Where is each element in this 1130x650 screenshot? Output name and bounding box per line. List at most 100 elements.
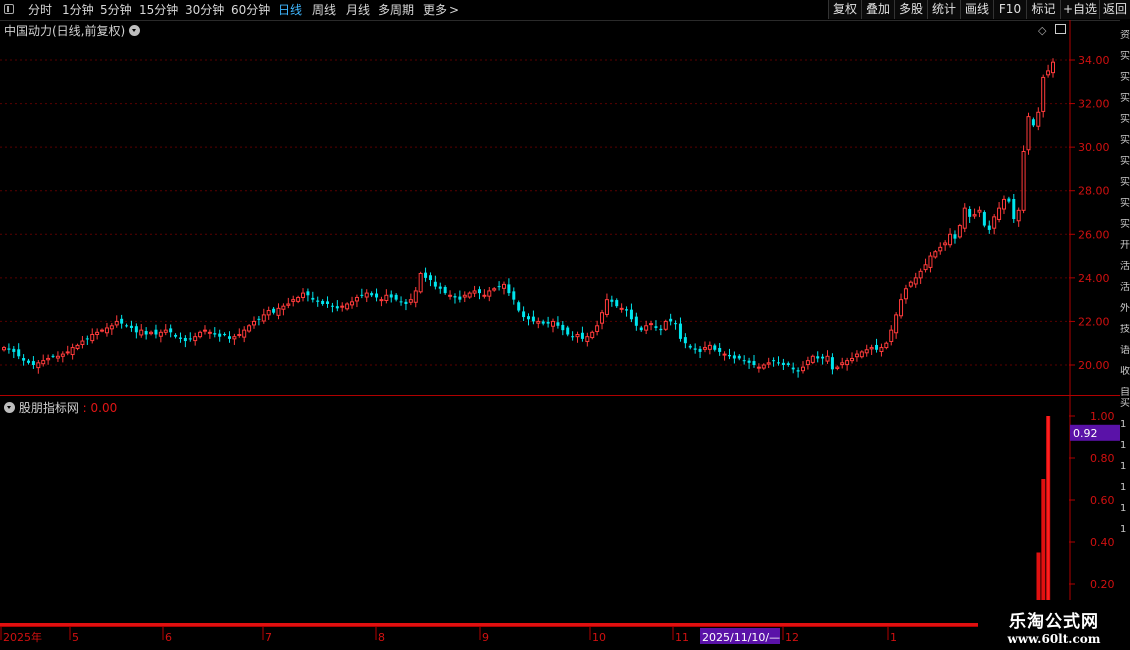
toolbar-button-5[interactable]: F10 (993, 0, 1026, 19)
candle (536, 317, 541, 329)
candle (198, 330, 203, 339)
tab-period-9[interactable]: 多周期 (378, 2, 414, 18)
toolbar-button-6[interactable]: 标记 (1026, 0, 1060, 19)
candle (894, 312, 899, 339)
candle (276, 303, 281, 320)
candle (232, 333, 237, 345)
candle (424, 267, 428, 282)
candle (663, 319, 668, 332)
tab-period-3[interactable]: 15分钟 (139, 2, 178, 18)
candle (227, 331, 231, 343)
time-tick-label: 10 (592, 631, 606, 644)
toolbar-button-2[interactable]: 多股 (894, 0, 927, 19)
candle (722, 351, 727, 361)
side-strip-char: 收 (1120, 366, 1130, 377)
tab-period-10[interactable]: 更多 (423, 2, 447, 18)
candle (1031, 117, 1035, 128)
tab-period-6[interactable]: 日线 (278, 2, 302, 18)
side-strip-char: 1 (1120, 524, 1127, 535)
toolbar-button-4[interactable]: 画线 (960, 0, 993, 19)
candle (27, 358, 31, 365)
side-panel-strip: 资实实实实实实实实实开活活外技语收自买111111 (1120, 20, 1130, 630)
candlestick-chart[interactable]: 20.00 22.00 24.00 26.00 28.00 30.00 32.00 34.00 (0, 20, 1120, 396)
candle (913, 272, 918, 288)
tab-period-5[interactable]: 60分钟 (231, 2, 270, 18)
more-chevron-icon[interactable]: > (449, 2, 459, 18)
y-tick-label: 1.00 (1090, 410, 1115, 423)
candle (438, 282, 442, 294)
candle (854, 350, 859, 362)
side-strip-char: 技 (1120, 324, 1130, 335)
y-tick-label: 24.00 (1078, 272, 1110, 285)
watermark: 乐淘公式网 www.60lt.com (978, 600, 1130, 650)
candle (923, 258, 928, 273)
candle (615, 298, 619, 308)
candle (75, 343, 80, 351)
watermark-title: 乐淘公式网 (1009, 612, 1099, 632)
candle (22, 354, 26, 366)
tab-period-1[interactable]: 1分钟 (62, 2, 94, 18)
candle (580, 326, 584, 342)
candle (527, 313, 530, 326)
candle (962, 203, 967, 233)
candle (522, 306, 526, 321)
candle (639, 325, 643, 332)
tab-period-2[interactable]: 5分钟 (100, 2, 132, 18)
candle (742, 355, 746, 365)
y-tick-label: 0.40 (1090, 536, 1115, 549)
candle (364, 289, 369, 303)
candle (326, 296, 330, 308)
candle (296, 295, 301, 304)
candle (1026, 112, 1031, 155)
candle (316, 296, 320, 307)
candle (899, 293, 904, 319)
toolbar-button-8[interactable]: 返回 (1099, 0, 1130, 19)
candle (825, 350, 830, 364)
candle (938, 242, 943, 255)
toolbar-button-1[interactable]: 叠加 (861, 0, 894, 19)
candle (95, 328, 100, 340)
candle (1007, 196, 1011, 204)
candle (139, 324, 144, 338)
indicator-chart[interactable]: 0.20 0.40 0.60 0.80 1.00 0.92 (0, 396, 1120, 626)
candle (546, 316, 550, 328)
candle (12, 346, 16, 359)
candle (659, 324, 663, 336)
tab-period-8[interactable]: 月线 (346, 2, 370, 18)
tab-period-4[interactable]: 30分钟 (185, 2, 224, 18)
candle (702, 341, 707, 353)
window-toggle-icon[interactable] (4, 4, 14, 14)
side-strip-char: 买 (1120, 398, 1130, 409)
time-tick-label: 12 (785, 631, 799, 644)
cursor-date-label: 2025/11/10/— (702, 631, 780, 644)
toolbar-button-0[interactable]: 复权 (828, 0, 861, 19)
candle (125, 323, 129, 328)
candle (604, 293, 609, 318)
candle (992, 214, 997, 235)
candle (482, 289, 487, 299)
candle (443, 285, 447, 295)
toolbar-button-3[interactable]: 统计 (927, 0, 960, 19)
candle (556, 316, 560, 329)
candle (776, 356, 780, 366)
time-tick-label: 9 (482, 631, 489, 644)
y-tick-label: 20.00 (1078, 359, 1110, 372)
watermark-url: www.60lt.com (1007, 632, 1101, 646)
y-tick-label: 32.00 (1078, 98, 1110, 111)
candle (727, 348, 731, 360)
candle (840, 357, 845, 369)
candle (791, 362, 795, 374)
candle (462, 291, 467, 303)
toolbar-button-7[interactable]: +自选 (1060, 0, 1099, 19)
candle (257, 315, 261, 326)
tab-period-7[interactable]: 周线 (312, 2, 336, 18)
tab-period-0[interactable]: 分时 (28, 2, 52, 18)
candle (291, 295, 296, 307)
candle (756, 363, 761, 373)
side-strip-char: 1 (1120, 440, 1127, 451)
candle (707, 341, 712, 355)
candle (644, 320, 649, 335)
candle (70, 343, 75, 360)
candle (669, 313, 673, 326)
candle (418, 271, 423, 294)
